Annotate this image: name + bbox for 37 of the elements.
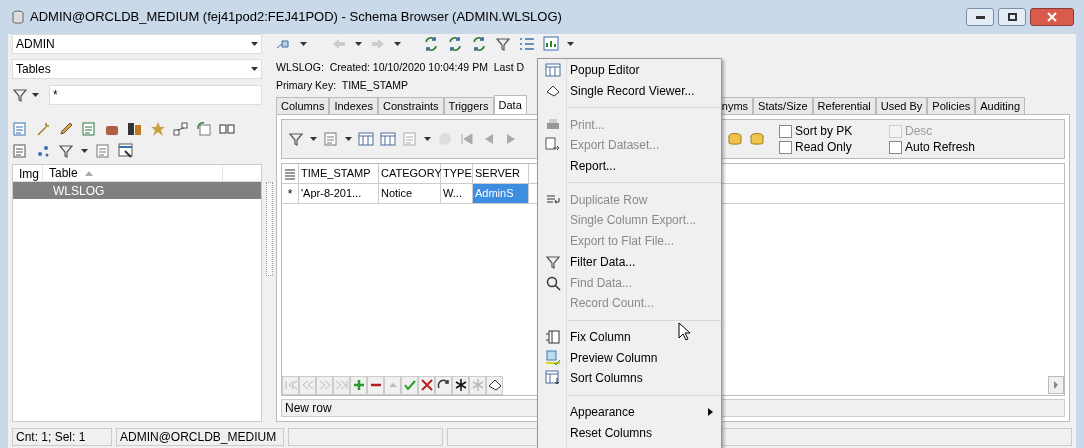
tab[interactable]: Indexes xyxy=(329,97,378,114)
column-header[interactable]: Img xyxy=(13,165,43,181)
tab[interactable]: Used By xyxy=(875,97,928,114)
tab[interactable]: Data xyxy=(493,95,527,114)
checkbox[interactable]: Read Only xyxy=(779,139,889,155)
tab[interactable]: Constraints xyxy=(377,97,444,114)
schema-combo[interactable]: ADMIN xyxy=(12,34,262,54)
menu-item[interactable]: Preview Column xyxy=(538,347,721,368)
checkbox[interactable]: Auto Refresh xyxy=(889,139,999,155)
menu-item[interactable]: Reset Columns xyxy=(538,422,721,443)
menu-item[interactable]: Popup Editor xyxy=(538,60,721,81)
checkbox[interactable]: Sort by PK xyxy=(779,123,889,139)
menu-item[interactable]: Report... xyxy=(538,155,721,177)
menu-item[interactable]: Sort Columns xyxy=(538,367,721,389)
column-header[interactable]: Table xyxy=(43,165,223,181)
column-header[interactable]: CATEGORY xyxy=(379,164,441,183)
status-connection: ADMIN@ORCLDB_MEDIUM xyxy=(116,428,284,446)
window-title: ADMIN@ORCLDB_MEDIUM (fej41pod2:FEJ41POD) - Schema Browser (ADMIN.WLSLOG) xyxy=(30,8,562,27)
filter-field[interactable]: * xyxy=(49,85,262,105)
table-cell[interactable]: Notice xyxy=(379,184,441,203)
tab[interactable]: Triggers xyxy=(443,97,494,114)
tab[interactable]: Auditing xyxy=(975,97,1026,114)
tab[interactable]: Stats/Size xyxy=(753,97,813,114)
object-type-combo[interactable]: Tables xyxy=(12,59,262,79)
column-header[interactable]: TIME_STAMP xyxy=(299,164,379,183)
tab[interactable]: Columns xyxy=(276,97,330,114)
column-header[interactable]: SERVER xyxy=(473,164,529,183)
table-row[interactable]: WLSLOG xyxy=(13,182,261,199)
column-header[interactable]: TYPE xyxy=(441,164,473,183)
menu-item[interactable]: Fix Column xyxy=(538,326,721,348)
tab[interactable]: Referential xyxy=(812,97,876,114)
primary-key-info: Primary Key: TIME_STAMP xyxy=(276,78,409,93)
menu-item[interactable]: Filter Data... xyxy=(538,251,721,273)
tab[interactable]: Policies xyxy=(927,97,976,114)
table-cell[interactable]: 'Apr-8-201... xyxy=(299,184,379,203)
status-count: Cnt: 1; Sel: 1 xyxy=(12,428,112,446)
table-info: WLSLOG: Created: 10/10/2020 10:04:49 PM Last D xyxy=(276,60,525,75)
